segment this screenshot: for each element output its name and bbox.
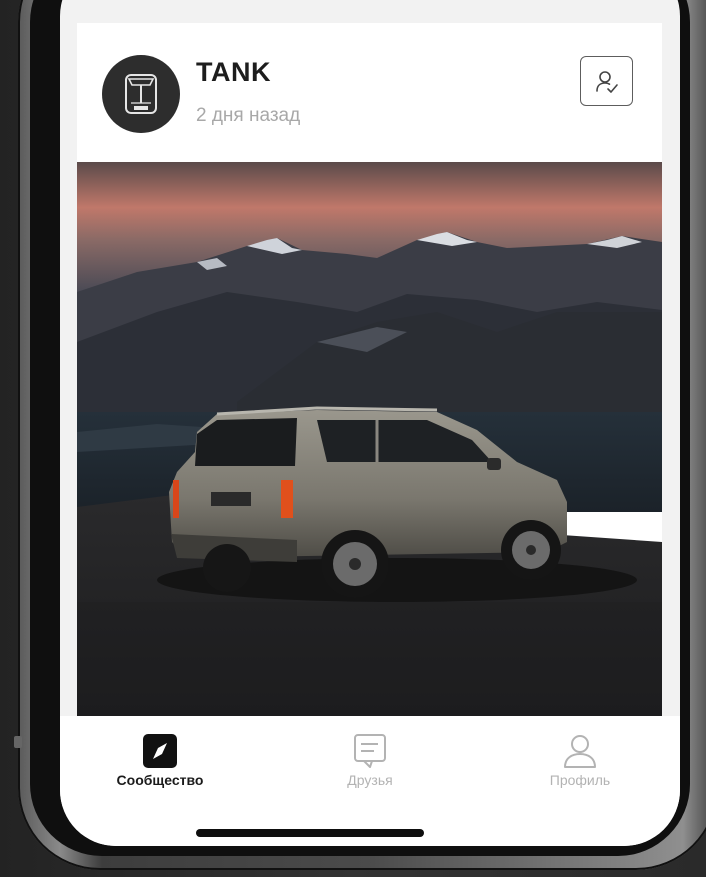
tank-logo-icon xyxy=(125,74,157,114)
nav-friends[interactable]: Друзья xyxy=(300,730,440,800)
follow-button[interactable] xyxy=(580,56,633,106)
nav-profile[interactable]: Профиль xyxy=(510,730,650,800)
post-image[interactable] xyxy=(77,162,662,716)
phone-screen: TANK 2 дня назад Сообщество Друзья Профи… xyxy=(60,0,680,846)
nav-friends-label: Друзья xyxy=(347,772,393,788)
post-card: TANK 2 дня назад xyxy=(77,23,662,716)
author-avatar[interactable] xyxy=(102,55,180,133)
nav-community[interactable]: Сообщество xyxy=(90,730,230,800)
nav-profile-label: Профиль xyxy=(549,772,611,788)
phone-side-button xyxy=(14,736,22,748)
user-check-icon xyxy=(596,71,618,93)
stage: TANK 2 дня назад Сообщество Друзья Профи… xyxy=(0,0,706,877)
post-header: TANK 2 дня назад xyxy=(77,23,662,161)
bottom-nav: Сообщество Друзья Профиль xyxy=(60,716,680,846)
home-indicator[interactable] xyxy=(196,829,424,837)
author-name[interactable]: TANK xyxy=(196,57,271,88)
suv-mountain-photo xyxy=(77,162,662,716)
compass-icon xyxy=(140,732,180,770)
chat-icon xyxy=(350,732,390,770)
user-icon xyxy=(560,732,600,770)
nav-community-label: Сообщество xyxy=(116,772,204,788)
post-time: 2 дня назад xyxy=(196,105,301,126)
